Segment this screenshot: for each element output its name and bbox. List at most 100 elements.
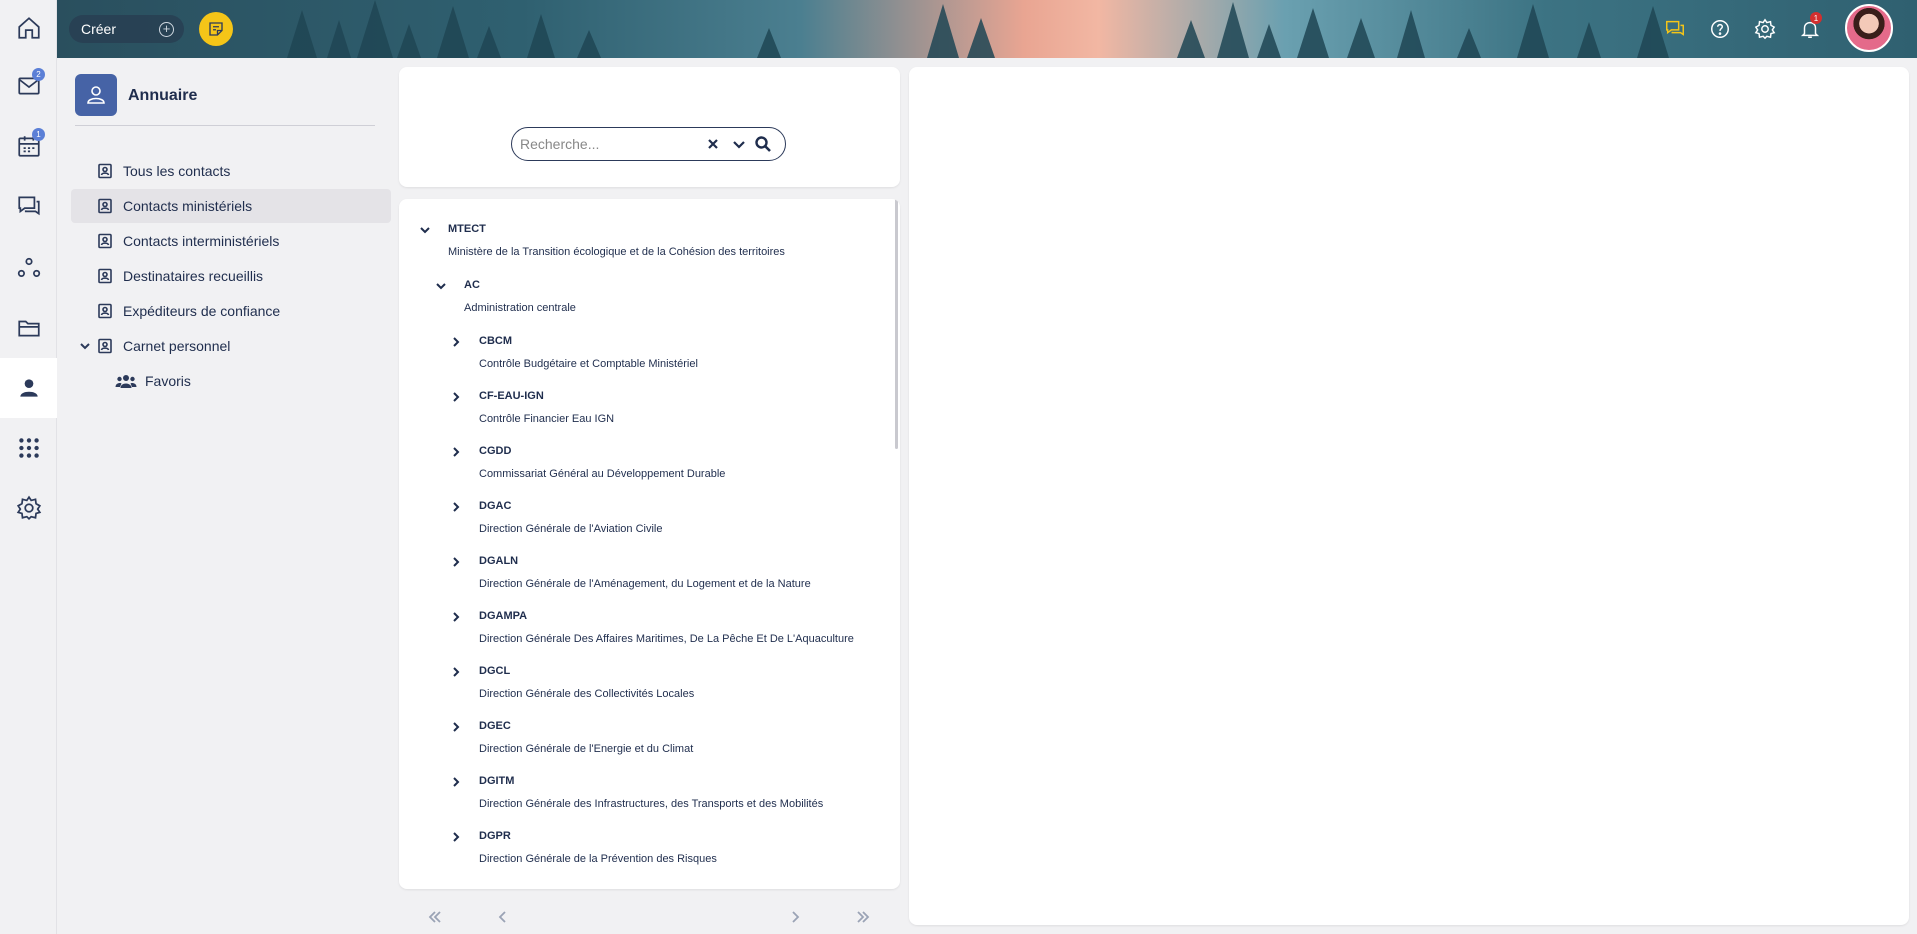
chevron-right-icon[interactable] [450,666,462,678]
rail-calendar[interactable]: 1 [0,118,57,174]
organization-tree: MTECT Ministère de la Transition écologi… [399,199,900,889]
chevron-right-icon[interactable] [450,446,462,458]
node-code: CF-EAU-IGN [479,390,544,402]
chevron-right-icon [792,911,800,923]
chevron-right-icon[interactable] [450,556,462,568]
mail-badge: 2 [32,68,45,81]
chevron-down-icon[interactable] [79,340,91,352]
chat-top-button[interactable] [1662,16,1688,42]
tree-scrollbar[interactable] [895,199,898,449]
chevron-right-icon[interactable] [450,831,462,843]
chevron-down-icon[interactable] [419,224,431,236]
person-icon [19,379,38,397]
chevron-right-icon[interactable] [450,391,462,403]
address-book-icon [98,163,112,179]
node-code: DGAC [479,500,512,512]
rail-contacts[interactable] [0,358,57,418]
first-page-button[interactable] [425,907,445,927]
rail-folder[interactable] [0,300,57,356]
chevron-right-icon[interactable] [450,776,462,788]
address-book-icon [98,268,112,284]
search-input[interactable] [520,136,700,152]
search-card [399,67,900,187]
notification-badge: 1 [1810,12,1822,24]
plus-circle-icon: + [159,22,174,37]
node-description: Direction Générale de l'Aménagement, du … [479,578,811,590]
directory-title: Annuaire [128,87,198,104]
folder-icon [17,320,40,337]
node-code: DGALN [479,555,519,567]
notifications-button[interactable]: 1 [1797,12,1823,42]
rail-mail[interactable]: 2 [0,58,57,114]
sidebar-item-label: Favoris [145,373,191,389]
rail-apps[interactable] [0,420,57,476]
node-code: CGDD [479,445,512,457]
gear-icon [16,495,41,521]
node-description: Direction Générale Des Affaires Maritime… [479,633,854,645]
person-outline-icon [87,86,105,104]
sidebar-item-ministerial-contacts[interactable]: Contacts ministériels [71,189,391,223]
chat-bubbles-icon [1666,20,1684,36]
rail-settings[interactable] [0,480,57,536]
sidebar-item-label: Carnet personnel [123,338,231,354]
directory-header: Annuaire [75,66,375,126]
sidebar-item-label: Destinataires recueillis [123,268,264,284]
sidebar-item-favorites[interactable]: Favoris [71,364,391,398]
chevron-down-icon[interactable] [731,136,747,152]
last-page-button[interactable] [853,907,873,927]
create-label: Créer [81,21,117,37]
node-code: DGCL [479,665,511,677]
node-description: Administration centrale [464,302,576,314]
workflow-icon [17,257,40,277]
notes-button[interactable] [199,12,233,46]
note-icon [209,22,223,36]
rail-workflow[interactable] [0,240,57,296]
create-button[interactable]: Créer + [69,15,184,43]
chevron-right-icon[interactable] [450,721,462,733]
search-icon[interactable] [754,135,772,153]
node-code: DGAMPA [479,610,528,622]
next-page-button[interactable] [785,907,805,927]
address-book-icon [98,303,112,319]
rail-chat[interactable] [0,178,57,234]
node-description: Ministère de la Transition écologique et… [448,246,785,258]
sidebar-item-collected-recipients[interactable]: Destinataires recueillis [71,259,391,293]
node-code: MTECT [448,223,486,235]
directory-icon [75,74,117,116]
top-banner: Créer + 1 [57,0,1917,58]
chevron-right-icon[interactable] [450,611,462,623]
sidebar-item-interministerial-contacts[interactable]: Contacts interministériels [71,224,391,258]
previous-page-button[interactable] [493,907,513,927]
sidebar-item-label: Contacts interministériels [123,233,280,249]
user-avatar[interactable] [1845,4,1893,52]
sidebar-item-personal-book[interactable]: Carnet personnel [71,329,391,363]
sidebar-item-label: Tous les contacts [123,163,231,179]
home-icon [17,17,40,39]
help-button[interactable] [1707,16,1733,42]
people-icon [115,375,137,388]
node-description: Direction Générale de l'Aviation Civile [479,523,663,535]
node-description: Direction Générale de l'Energie et du Cl… [479,743,694,755]
app-rail: 2 1 [0,0,57,934]
help-icon [1711,20,1729,38]
node-description: Direction Générale de la Prévention des … [479,853,717,865]
sidebar-item-trusted-senders[interactable]: Expéditeurs de confiance [71,294,391,328]
settings-top-button[interactable] [1752,16,1778,42]
chevron-right-icon[interactable] [450,336,462,348]
node-description: Commissariat Général au Développement Du… [479,468,726,480]
chevron-down-icon[interactable] [435,280,447,292]
sidebar-item-all-contacts[interactable]: Tous les contacts [71,154,391,188]
gear-icon [1754,18,1776,40]
chevron-left-icon [498,911,506,923]
double-chevron-left-icon [428,911,441,923]
contact-detail-panel [909,67,1909,925]
address-book-icon [98,233,112,249]
chevron-right-icon[interactable] [450,501,462,513]
rail-home[interactable] [0,0,57,56]
apps-grid-icon [18,438,39,458]
node-code: CBCM [479,335,512,347]
sidebar-item-label: Contacts ministériels [123,198,253,214]
double-chevron-right-icon [857,911,870,923]
clear-icon[interactable] [705,136,721,152]
node-description: Direction Générale des Collectivités Loc… [479,688,695,700]
